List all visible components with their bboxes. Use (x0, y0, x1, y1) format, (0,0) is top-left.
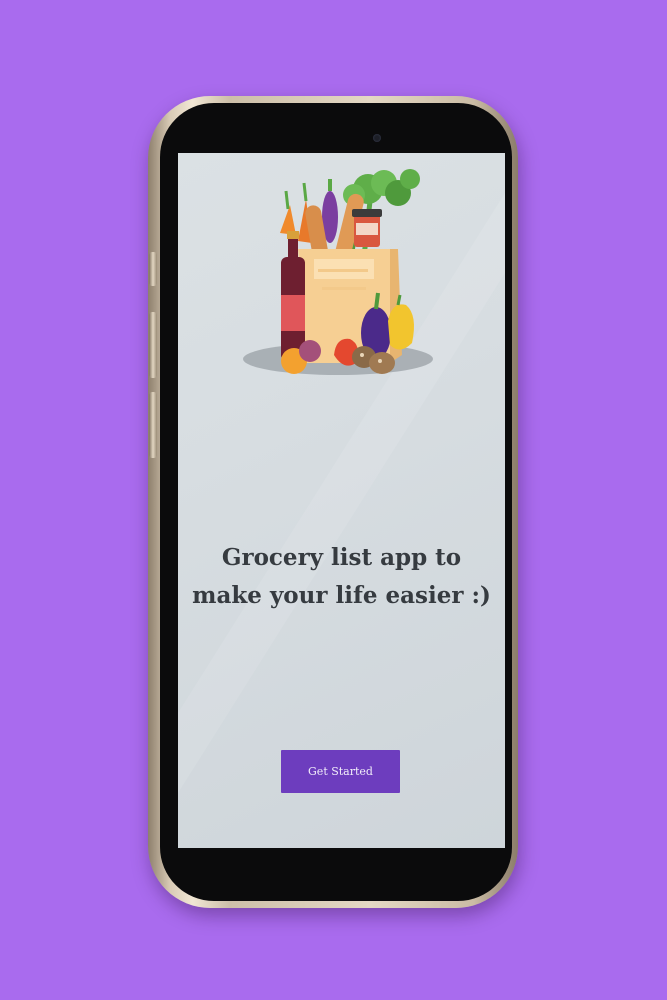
volume-down-button (149, 392, 157, 458)
grocery-bag-icon (243, 169, 433, 375)
welcome-headline: Grocery list app to make your life easie… (178, 539, 505, 615)
get-started-label: Get Started (308, 765, 373, 778)
ringer-switch (149, 252, 157, 286)
headline-line-1: Grocery list app to (221, 544, 462, 571)
get-started-button[interactable]: Get Started (281, 750, 400, 793)
volume-up-button (149, 312, 157, 378)
app-screen: Grocery list app to make your life easie… (178, 153, 505, 848)
front-camera-icon (373, 134, 381, 142)
headline-line-2: make your life easier :) (192, 582, 491, 609)
